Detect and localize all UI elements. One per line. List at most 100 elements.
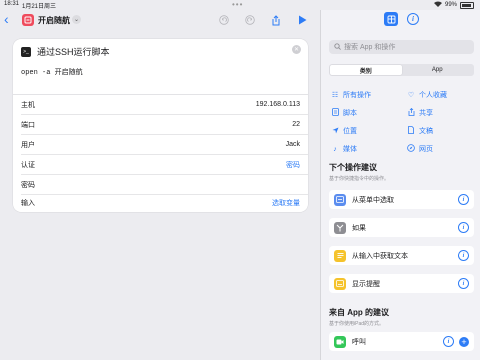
share-icon bbox=[407, 107, 415, 118]
category-web[interactable]: 网页 bbox=[407, 144, 433, 154]
field-row-auth[interactable]: 认证 密码 bbox=[21, 155, 308, 174]
app-suggestions-subtitle: 基于你使用iPad的方式。 bbox=[329, 321, 385, 327]
category-all-actions[interactable]: ☷ 所有操作 bbox=[331, 90, 371, 100]
category-scripting[interactable]: 脚本 bbox=[331, 108, 357, 118]
suggestion-label: 从菜单中选取 bbox=[352, 196, 394, 204]
next-actions-title: 下个操作建议 bbox=[329, 163, 377, 172]
info-icon[interactable]: i bbox=[458, 250, 469, 261]
field-value-link[interactable]: 密码 bbox=[286, 160, 300, 170]
field-value[interactable]: 22 bbox=[292, 121, 300, 128]
remove-action-icon[interactable]: ✕ bbox=[292, 45, 301, 54]
category-label: 共享 bbox=[419, 110, 433, 117]
suggestion-call[interactable]: 呼叫 i + bbox=[329, 332, 474, 351]
undo-icon[interactable] bbox=[218, 14, 230, 26]
field-label: 密码 bbox=[21, 181, 35, 189]
heart-icon: ♡ bbox=[407, 92, 415, 99]
multitask-dots-icon[interactable]: ••• bbox=[232, 0, 243, 9]
segmented-control[interactable]: 类别 App bbox=[329, 64, 474, 76]
field-value-link[interactable]: 选取变量 bbox=[272, 198, 300, 208]
ssh-action-card[interactable]: >_ 通过SSH运行脚本 ✕ open -a 开启随航 主机 192.168.0… bbox=[13, 39, 308, 212]
category-label: 所有操作 bbox=[343, 92, 371, 99]
sidebar-header: i bbox=[321, 10, 480, 32]
play-icon[interactable] bbox=[296, 14, 308, 26]
location-icon bbox=[331, 127, 339, 136]
suggestion-choose-from-menu[interactable]: 从菜单中选取 i bbox=[329, 190, 474, 209]
category-media[interactable]: ♪ 媒体 bbox=[331, 144, 357, 154]
category-label: 文稿 bbox=[419, 128, 433, 135]
music-icon: ♪ bbox=[333, 145, 337, 153]
category-sharing[interactable]: 共享 bbox=[407, 107, 433, 118]
battery-percent: 99% bbox=[444, 2, 457, 8]
field-value[interactable]: 192.168.0.113 bbox=[256, 101, 300, 108]
search-placeholder: 搜索 App 和操作 bbox=[344, 44, 396, 51]
status-date: 1月21日周三 bbox=[22, 4, 57, 10]
category-favorites[interactable]: ♡ 个人收藏 bbox=[407, 90, 447, 100]
status-bar: 18:31 1月21日周三 ••• 99% bbox=[0, 0, 480, 10]
info-icon[interactable]: i bbox=[458, 194, 469, 205]
action-title: 通过SSH运行脚本 bbox=[37, 47, 110, 57]
back-chevron-icon[interactable]: ‹ bbox=[4, 12, 9, 26]
grid-icon: ☷ bbox=[331, 92, 339, 99]
row-separator bbox=[21, 153, 308, 154]
field-label: 认证 bbox=[21, 161, 35, 169]
row-separator bbox=[21, 113, 308, 114]
field-row-host[interactable]: 主机 192.168.0.113 bbox=[21, 95, 308, 114]
status-right: 99% bbox=[433, 1, 474, 9]
segment-categories[interactable]: 类别 bbox=[330, 65, 402, 75]
battery-icon bbox=[460, 1, 474, 9]
shortcut-title[interactable]: 开启随航 bbox=[38, 15, 70, 26]
suggestion-show-alert[interactable]: 显示提醒 i bbox=[329, 274, 474, 293]
next-actions-subtitle: 基于你快捷指令中的操作。 bbox=[329, 176, 390, 182]
terminal-icon: >_ bbox=[21, 46, 31, 57]
category-location[interactable]: 位置 bbox=[331, 126, 357, 136]
action-header: >_ 通过SSH运行脚本 bbox=[21, 45, 110, 58]
alert-icon bbox=[334, 277, 346, 290]
info-icon[interactable]: i bbox=[458, 278, 469, 289]
redo-icon[interactable] bbox=[244, 14, 256, 26]
info-icon[interactable]: i bbox=[443, 336, 454, 347]
category-label: 脚本 bbox=[343, 110, 357, 117]
row-separator bbox=[21, 133, 308, 134]
shortcut-app-icon[interactable] bbox=[22, 14, 34, 26]
field-label: 用户 bbox=[21, 141, 35, 149]
suggestion-if[interactable]: 如果 i bbox=[329, 218, 474, 237]
wifi-icon bbox=[433, 1, 442, 9]
add-icon[interactable]: + bbox=[459, 336, 469, 347]
info-icon[interactable]: i bbox=[407, 13, 419, 25]
text-icon bbox=[334, 249, 346, 262]
action-library-icon[interactable] bbox=[384, 12, 398, 26]
field-label: 输入 bbox=[21, 199, 35, 207]
document-icon bbox=[407, 126, 415, 136]
field-row-user[interactable]: 用户 Jack bbox=[21, 135, 308, 154]
field-row-port[interactable]: 端口 22 bbox=[21, 115, 308, 134]
suggestion-label: 如果 bbox=[352, 224, 366, 232]
share-icon[interactable] bbox=[270, 14, 282, 26]
search-input[interactable]: 搜索 App 和操作 bbox=[329, 40, 474, 54]
menu-icon bbox=[334, 193, 346, 206]
category-documents[interactable]: 文稿 bbox=[407, 126, 433, 136]
editor-toolbar: ‹ 开启随航 ⌄ bbox=[0, 10, 318, 30]
info-icon[interactable]: i bbox=[458, 222, 469, 233]
field-value[interactable]: Jack bbox=[286, 141, 300, 148]
chevron-down-icon[interactable]: ⌄ bbox=[72, 15, 81, 24]
actions-sidebar: i 搜索 App 和操作 类别 App ☷ 所有操作 ♡ 个人收藏 脚本 共享 … bbox=[320, 10, 480, 360]
app-suggestions-title: 来自 App 的建议 bbox=[329, 308, 389, 317]
row-separator bbox=[21, 173, 308, 174]
field-label: 主机 bbox=[21, 101, 35, 109]
field-label: 端口 bbox=[21, 121, 35, 129]
suggestion-label: 从输入中获取文本 bbox=[352, 252, 408, 260]
category-label: 位置 bbox=[343, 128, 357, 135]
suggestion-get-text-from-input[interactable]: 从输入中获取文本 i bbox=[329, 246, 474, 265]
field-row-input[interactable]: 输入 选取变量 bbox=[21, 193, 300, 212]
suggestion-label: 显示提醒 bbox=[352, 280, 380, 288]
facetime-icon bbox=[334, 335, 346, 348]
suggestion-label: 呼叫 bbox=[352, 338, 366, 346]
category-label: 媒体 bbox=[343, 146, 357, 153]
script-icon bbox=[331, 108, 339, 118]
script-text[interactable]: open -a 开启随航 bbox=[21, 67, 83, 77]
segment-apps[interactable]: App bbox=[402, 65, 474, 75]
field-row-password[interactable]: 密码 bbox=[21, 175, 308, 194]
category-label: 网页 bbox=[419, 146, 433, 153]
branch-icon bbox=[334, 221, 346, 234]
search-icon bbox=[334, 42, 341, 52]
